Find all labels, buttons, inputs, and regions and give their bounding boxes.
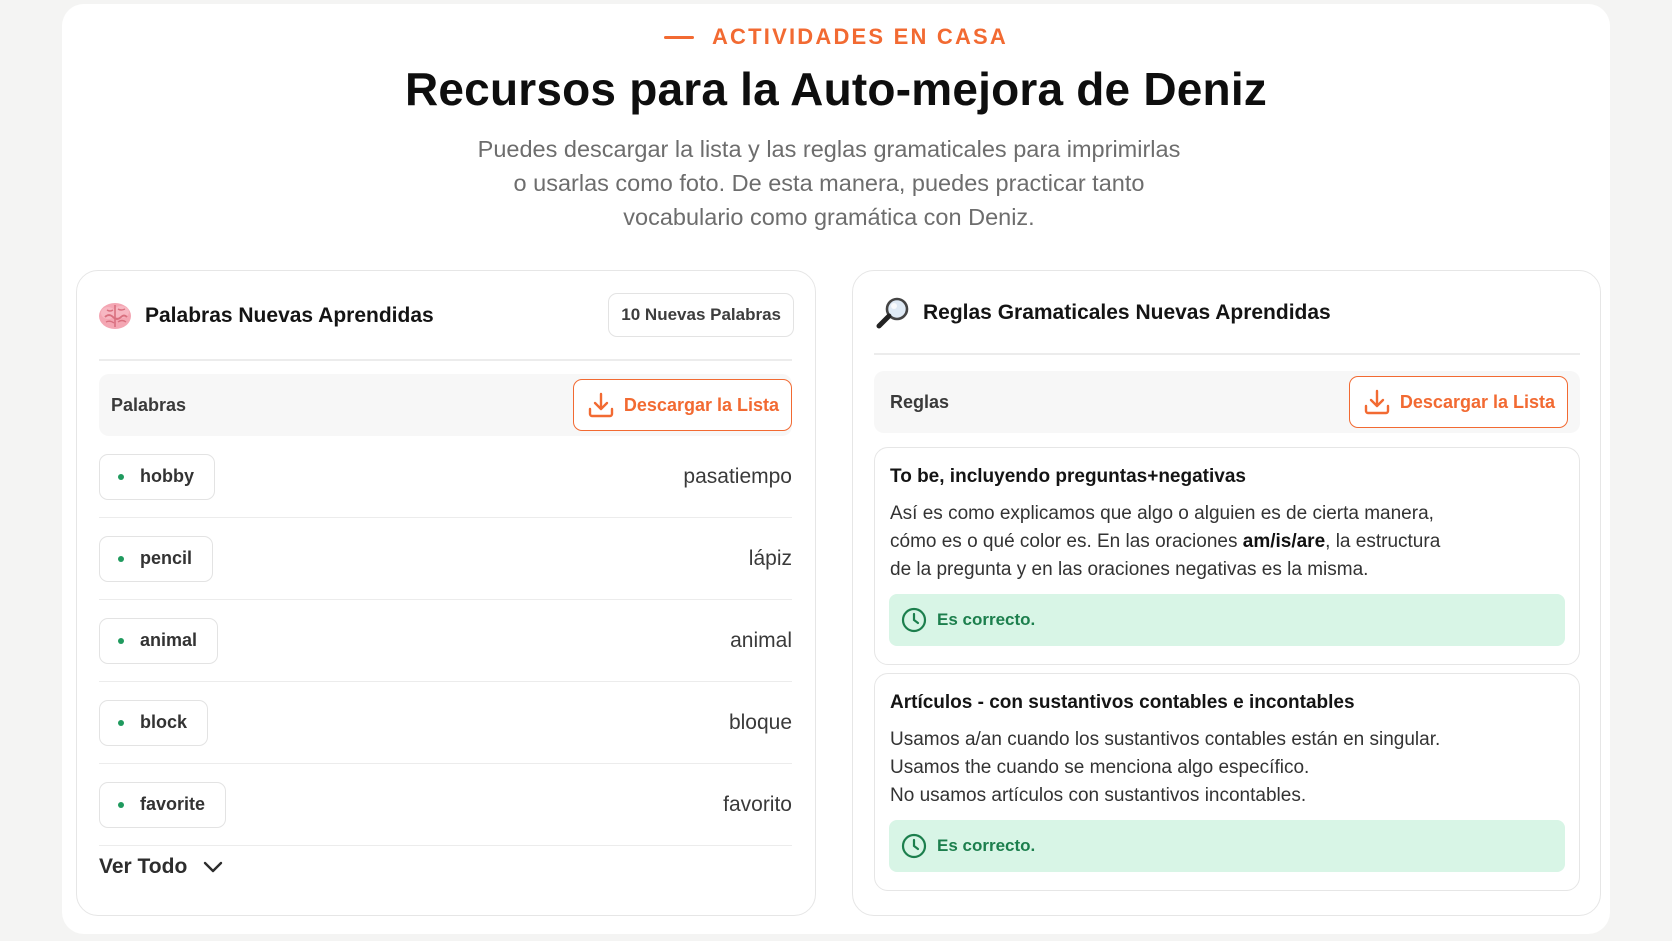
word-row: hobby pasatiempo [99, 436, 792, 518]
rule-title: To be, incluyendo preguntas+negativas [890, 466, 1246, 487]
word-chip: hobby [99, 453, 215, 500]
word-text: animal [140, 630, 198, 650]
word-row: favorite favorito [99, 764, 792, 846]
rule-description: Usamos a/an cuando los sustantivos conta… [890, 726, 1530, 810]
rules-list-label: Reglas [890, 391, 950, 412]
word-text: pencil [140, 548, 193, 568]
word-row: block bloque [99, 682, 792, 764]
rule-status-text: Es correcto. [937, 610, 1036, 629]
word-chip: pencil [99, 535, 214, 582]
rule-status-correct: Es correcto. [889, 594, 1565, 646]
bullet-dot [118, 801, 124, 808]
word-chip: favorite [99, 781, 227, 828]
rule-desc-line: cómo es o qué color es. En las oraciones… [890, 528, 1530, 556]
rules-card-title: Reglas Gramaticales Nuevas Aprendidas [923, 301, 1331, 324]
word-chip: animal [99, 617, 219, 664]
rule-card: Artículos - con sustantivos contables e … [874, 673, 1580, 891]
words-list-label: Palabras [111, 394, 187, 415]
word-text: favorite [140, 794, 206, 814]
subtitle-line: vocabulario como gramática con Deniz. [623, 204, 1035, 230]
word-translation: favorito [723, 792, 792, 816]
word-translation: lápiz [748, 546, 792, 570]
bullet-dot [118, 637, 124, 644]
rule-desc-line: Así es como explicamos que algo o alguie… [890, 503, 1434, 524]
see-all-button[interactable]: Ver Todo [99, 855, 225, 879]
words-card: Palabras Nuevas Aprendidas 10 Nuevas Pal… [76, 270, 816, 916]
download-words-label: Descargar la Lista [623, 394, 779, 415]
rule-desc-line: de la pregunta y en las oraciones negati… [890, 559, 1369, 580]
eyebrow-dash [663, 35, 694, 39]
eyebrow-text: ACTIVIDADES EN CASA [711, 24, 1009, 49]
page-title: Recursos para la Auto-mejora de Deniz [404, 63, 1268, 115]
rules-list-header: Reglas Descargar la Lista [874, 371, 1580, 433]
word-row: animal animal [99, 600, 792, 682]
page-subtitle: Puedes descargar la lista y las reglas g… [424, 132, 1234, 234]
bullet-dot [118, 555, 124, 562]
rule-status-text: Es correcto. [937, 836, 1036, 855]
rule-desc-line: No usamos artículos con sustantivos inco… [890, 785, 1307, 806]
divider [99, 359, 792, 361]
divider [874, 353, 1580, 355]
bullet-dot [118, 473, 124, 480]
rule-status-correct: Es correcto. [889, 820, 1565, 872]
download-words-button[interactable]: Descargar la Lista [572, 379, 792, 431]
rule-desc-line: Usamos a/an cuando los sustantivos conta… [890, 729, 1441, 750]
word-chip: block [99, 699, 209, 746]
see-all-label: Ver Todo [99, 855, 188, 878]
download-icon [586, 390, 616, 420]
word-text: hobby [140, 466, 194, 486]
word-translation: animal [730, 628, 792, 652]
rule-desc-text: cómo es o qué color es. En las oraciones [890, 531, 1243, 552]
download-icon [1362, 387, 1392, 417]
rule-card: To be, incluyendo preguntas+negativas As… [874, 447, 1580, 665]
words-list-header: Palabras Descargar la Lista [99, 374, 792, 436]
subtitle-line: Puedes descargar la lista y las reglas g… [477, 136, 1181, 162]
rule-description: Así es como explicamos que algo o alguie… [890, 500, 1530, 584]
rule-title: Artículos - con sustantivos contables e … [890, 692, 1355, 713]
chevron-down-icon [201, 855, 225, 879]
section-eyebrow: ACTIVIDADES EN CASA [0, 24, 1672, 50]
rules-card: Reglas Gramaticales Nuevas Aprendidas Re… [852, 270, 1601, 916]
brain-icon [97, 299, 133, 333]
subtitle-line: o usarlas como foto. De esta manera, pue… [513, 170, 1145, 196]
word-text: block [140, 712, 188, 732]
new-words-count-badge: 10 Nuevas Palabras [608, 293, 794, 337]
rule-desc-emphasis: am/is/are [1242, 531, 1326, 552]
clock-icon [901, 607, 927, 633]
download-rules-button[interactable]: Descargar la Lista [1348, 376, 1568, 428]
rule-desc-line: Usamos the cuando se menciona algo espec… [890, 757, 1310, 778]
clock-icon [901, 833, 927, 859]
word-translation: pasatiempo [683, 464, 792, 488]
bullet-dot [118, 719, 124, 726]
rules-card-header: Reglas Gramaticales Nuevas Aprendidas [875, 295, 1331, 331]
words-card-title: Palabras Nuevas Aprendidas [145, 304, 434, 327]
words-card-header: Palabras Nuevas Aprendidas [97, 299, 434, 333]
rule-desc-text: , la estructura [1325, 531, 1441, 552]
magnifier-icon [875, 295, 911, 331]
word-row: pencil lápiz [99, 518, 792, 600]
download-rules-label: Descargar la Lista [1399, 391, 1555, 412]
word-translation: bloque [728, 710, 792, 734]
